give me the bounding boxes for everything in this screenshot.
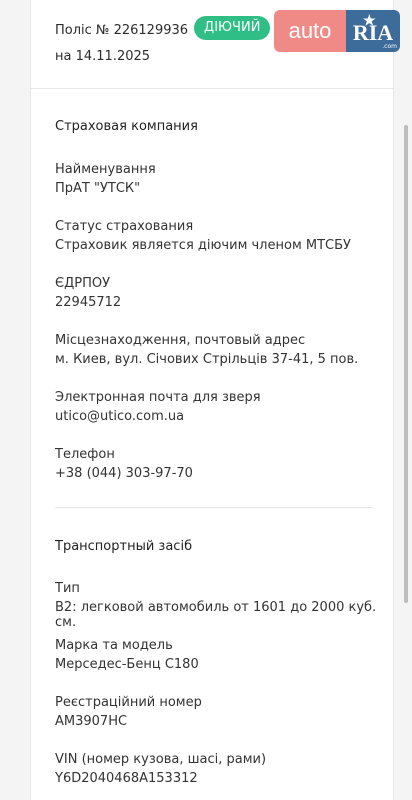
field-value-email: utico@utico.com.ua (55, 409, 185, 424)
policy-date: на 14.11.2025 (55, 49, 151, 64)
policy-card: Поліс № 226129936 ДІЮЧИЙ на 14.11.2025 С… (30, 0, 394, 800)
field-value-insurance-status: Страховик является діючим членом МТСБУ (55, 238, 351, 253)
field-label-make-model: Марка та модель (55, 638, 173, 653)
field-value-name: ПрАТ "УТСК" (55, 181, 141, 196)
policy-number-line: Поліс № 226129936 ДІЮЧИЙ (55, 16, 271, 42)
field-label-reg-number: Реєстраційний номер (55, 695, 202, 710)
policy-number: Поліс № 226129936 (55, 22, 189, 38)
logo-auto-part: auto (274, 10, 346, 52)
status-badge: ДІЮЧИЙ (194, 16, 271, 40)
field-label-type: Тип (55, 581, 80, 596)
logo-com-text: .com (382, 43, 397, 50)
vehicle-section-title: Транспортный засіб (55, 539, 193, 554)
field-value-reg-number: AM3907HC (55, 714, 128, 729)
field-value-make-model: Мерседес-Бенц C180 (55, 657, 199, 672)
field-value-edrpou: 22945712 (55, 295, 122, 310)
field-label-address: Місцезнаходження, почтовый адрес (55, 333, 306, 348)
insurer-section-title: Страховая компания (55, 119, 198, 134)
field-value-vin: Y6D2040468A153312 (55, 771, 198, 786)
autoria-logo[interactable]: auto ★ RIA .com (274, 10, 400, 52)
section-divider (55, 507, 373, 508)
field-label-vin: VIN (номер кузова, шасі, рами) (55, 752, 267, 767)
field-value-phone: +38 (044) 303-97-70 (55, 466, 193, 481)
field-label-name: Найменування (55, 162, 156, 177)
field-value-address: м. Киев, вул. Січових Стрільців 37-41, 5… (55, 352, 359, 367)
star-icon: ★ (363, 14, 376, 29)
logo-ria-part: ★ RIA .com (346, 10, 400, 52)
field-label-phone: Телефон (55, 447, 115, 462)
field-value-type: B2: легковой автомобиль от 1601 до 2000 … (55, 600, 377, 630)
field-label-edrpou: ЄДРПОУ (55, 276, 111, 291)
field-label-insurance-status: Статус страхования (55, 219, 194, 234)
scrollbar[interactable] (404, 125, 408, 603)
field-label-email: Электронная почта для зверя (55, 390, 261, 405)
